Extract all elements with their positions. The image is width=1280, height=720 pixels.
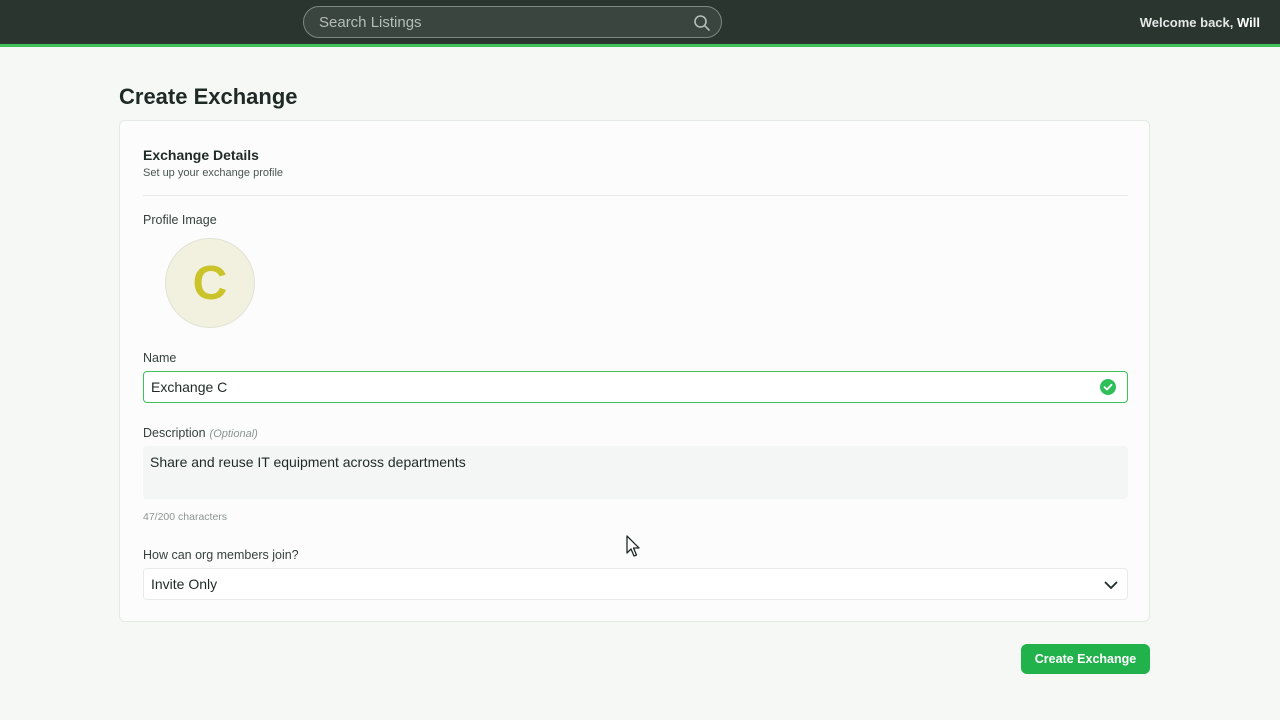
create-exchange-button[interactable]: Create Exchange xyxy=(1021,644,1150,674)
check-circle-icon xyxy=(1100,379,1116,395)
card-subtitle: Set up your exchange profile xyxy=(143,167,284,179)
welcome-message: Welcome back, Will xyxy=(1140,15,1260,30)
chevron-down-icon[interactable] xyxy=(1103,577,1119,593)
cursor-icon xyxy=(626,535,640,557)
join-method-value: Invite Only xyxy=(151,576,218,592)
description-value: Share and reuse IT equipment across depa… xyxy=(150,454,466,470)
name-input-value: Exchange C xyxy=(151,379,228,395)
search-bar[interactable]: Search Listings xyxy=(303,6,722,38)
join-method-select[interactable]: Invite Only xyxy=(143,568,1128,600)
profile-image-label: Profile Image xyxy=(143,213,217,227)
card-title: Exchange Details xyxy=(143,147,259,163)
description-textarea[interactable]: Share and reuse IT equipment across depa… xyxy=(143,446,1128,499)
character-count: 47/200 characters xyxy=(143,511,228,523)
avatar-letter: C xyxy=(192,256,228,310)
optional-tag: (Optional) xyxy=(209,428,258,440)
profile-image-avatar[interactable]: C xyxy=(165,238,255,328)
divider xyxy=(143,195,1128,196)
description-label-text: Description xyxy=(143,426,206,440)
search-icon[interactable] xyxy=(693,14,711,32)
user-name[interactable]: Will xyxy=(1237,15,1260,30)
search-input[interactable]: Search Listings xyxy=(319,14,422,31)
name-label: Name xyxy=(143,351,177,365)
description-label: Description (Optional) xyxy=(143,426,258,440)
top-bar: Search Listings Welcome back, Will xyxy=(0,0,1280,47)
welcome-prefix: Welcome back, xyxy=(1139,15,1237,30)
page-title: Create Exchange xyxy=(119,84,298,109)
join-method-label: How can org members join? xyxy=(143,548,299,562)
name-input[interactable]: Exchange C xyxy=(143,371,1128,403)
